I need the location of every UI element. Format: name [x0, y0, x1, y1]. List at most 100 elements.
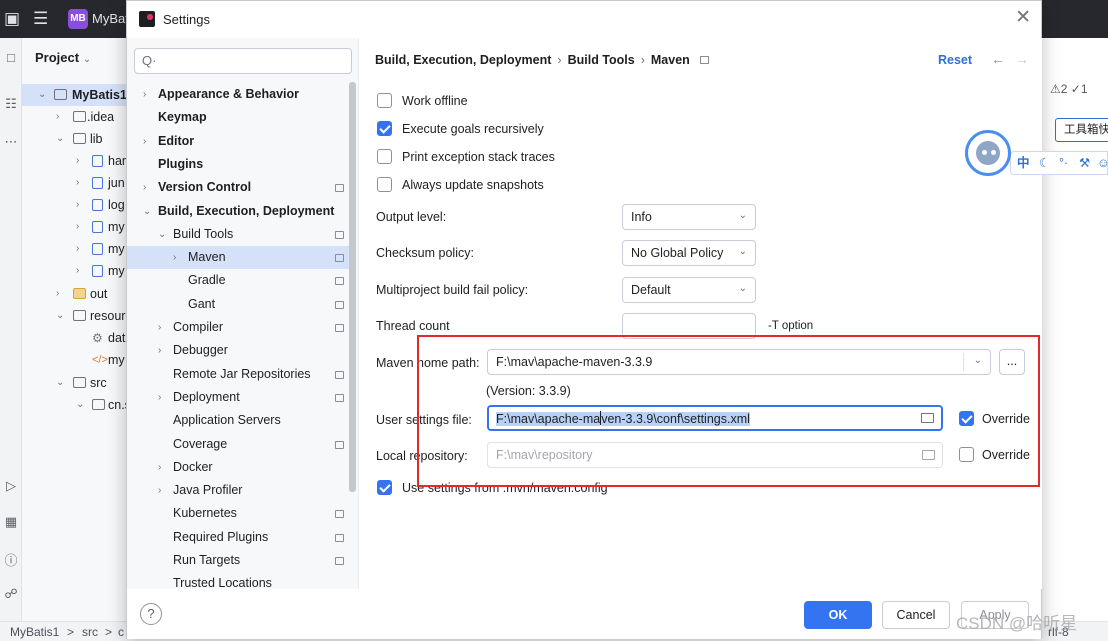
close-icon[interactable]: ✕ [1015, 8, 1031, 28]
use-mvn-config-checkbox[interactable] [377, 480, 392, 495]
structure-tool-icon[interactable]: ☷ [0, 96, 22, 112]
project-tree-item[interactable]: › my [22, 238, 126, 260]
project-tool-icon[interactable]: □ [0, 50, 22, 65]
settings-nav-item[interactable]: › Editor [127, 130, 349, 153]
ime-chinese-mode[interactable]: 中 [1017, 152, 1030, 174]
settings-nav-item[interactable]: Remote Jar Repositories [127, 363, 349, 386]
output-level-select[interactable]: Info ⌄ [622, 204, 756, 230]
settings-nav-item[interactable]: Coverage [127, 433, 349, 456]
project-tree-item[interactable]: › my [22, 216, 126, 238]
work-offline-checkbox[interactable] [377, 93, 392, 108]
local-repo-input[interactable]: F:\mav\repository [487, 442, 943, 468]
user-settings-input[interactable]: F:\mav\apache-maven-3.3.9\conf\settings.… [487, 405, 943, 431]
chevron-right-icon[interactable]: › [56, 106, 59, 128]
multiproject-policy-select[interactable]: Default ⌄ [622, 277, 756, 303]
nav-scrollbar[interactable] [349, 82, 356, 492]
chevron-right-icon[interactable]: › [76, 216, 79, 238]
thread-count-input[interactable] [622, 313, 756, 339]
ime-assistant-avatar[interactable] [965, 130, 1011, 176]
maven-home-browse-button[interactable]: ... [999, 349, 1025, 375]
project-tree-item[interactable]: </> my [22, 349, 126, 371]
git-tool-icon[interactable]: ☍ [0, 586, 22, 602]
chevron-right-icon[interactable]: › [158, 339, 161, 362]
settings-nav-item[interactable]: Plugins [127, 153, 349, 176]
local-repo-override-checkbox[interactable] [959, 447, 974, 462]
chevron-right-icon[interactable]: › [158, 456, 161, 479]
settings-nav-item[interactable]: › Maven [127, 246, 349, 270]
settings-nav-item[interactable]: ⌄ Build, Execution, Deployment [127, 200, 349, 223]
settings-nav-item[interactable]: › Version Control [127, 176, 349, 199]
folder-icon[interactable] [922, 450, 935, 460]
ime-skin-icon[interactable]: ☺ [1097, 152, 1108, 174]
settings-nav-item[interactable]: Application Servers [127, 409, 349, 432]
project-tree-item[interactable]: ⌄ MyBatis1 [22, 84, 126, 106]
settings-nav-item[interactable]: Trusted Locations [127, 572, 349, 589]
chevron-right-icon[interactable]: › [76, 150, 79, 172]
chevron-down-icon[interactable]: ⌄ [38, 84, 46, 106]
terminal-tool-icon[interactable]: ▦ [0, 514, 22, 530]
inspections-widget[interactable]: ⚠2 ✓1 [1050, 82, 1088, 96]
status-path-project[interactable]: MyBatis1 [10, 625, 59, 639]
chevron-down-icon[interactable]: ⌄ [158, 223, 166, 246]
chevron-right-icon[interactable]: › [158, 316, 161, 339]
project-tree-item[interactable]: ⌄ resour [22, 305, 126, 327]
chevron-down-icon[interactable]: ⌄ [56, 372, 64, 394]
chevron-down-icon[interactable]: ⌄ [56, 128, 64, 150]
user-settings-override-checkbox[interactable] [959, 411, 974, 426]
chevron-right-icon[interactable]: › [76, 172, 79, 194]
reset-link[interactable]: Reset [938, 53, 972, 67]
chevron-right-icon[interactable]: › [76, 238, 79, 260]
settings-nav-item[interactable]: › Docker [127, 456, 349, 479]
chevron-down-icon[interactable]: ⌄ [76, 394, 84, 416]
ok-button[interactable]: OK [804, 601, 872, 629]
settings-nav-item[interactable]: Keymap [127, 106, 349, 129]
settings-nav-item[interactable]: › Appearance & Behavior [127, 83, 349, 106]
project-tree-item[interactable]: › log [22, 194, 126, 216]
project-name[interactable]: MyBat [92, 11, 129, 26]
settings-nav-item[interactable]: Gant [127, 293, 349, 316]
ime-tools-icon[interactable]: ⚒ [1079, 152, 1090, 174]
settings-nav-item[interactable]: Run Targets [127, 549, 349, 572]
always-update-checkbox[interactable] [377, 177, 392, 192]
chevron-right-icon[interactable]: › [143, 176, 146, 199]
project-tree-item[interactable]: ⌄ src [22, 372, 126, 394]
ime-moon-icon[interactable]: ☾ [1039, 152, 1050, 174]
toolbox-button[interactable]: 工具箱快 [1055, 118, 1108, 142]
settings-nav-item[interactable]: › Debugger [127, 339, 349, 362]
project-tree-item[interactable]: › my [22, 260, 126, 282]
help-button[interactable]: ? [140, 603, 162, 625]
status-path-pkg[interactable]: c [118, 625, 124, 639]
settings-nav-item[interactable]: › Java Profiler [127, 479, 349, 502]
project-tree-item[interactable]: › jun [22, 172, 126, 194]
execute-recursively-checkbox[interactable] [377, 121, 392, 136]
print-traces-checkbox[interactable] [377, 149, 392, 164]
main-menu-icon[interactable]: ☰ [33, 9, 48, 29]
chevron-down-icon[interactable]: ⌄ [143, 200, 151, 223]
chevron-right-icon[interactable]: › [56, 283, 59, 305]
project-tree-item[interactable]: ⌄ lib [22, 128, 126, 150]
chevron-right-icon[interactable]: › [158, 386, 161, 409]
chevron-right-icon[interactable]: › [158, 479, 161, 502]
more-tools-icon[interactable]: ⋯ [0, 134, 22, 150]
chevron-right-icon[interactable]: › [76, 194, 79, 216]
folder-icon[interactable] [921, 413, 934, 423]
run-tool-icon[interactable]: ▷ [0, 478, 22, 494]
project-tree-item[interactable]: › out [22, 283, 126, 305]
chevron-right-icon[interactable]: › [173, 246, 176, 269]
settings-search-input[interactable]: Q· [134, 48, 352, 74]
checksum-policy-select[interactable]: No Global Policy ⌄ [622, 240, 756, 266]
settings-nav-item[interactable]: › Compiler [127, 316, 349, 339]
chevron-down-icon[interactable]: ⌄ [56, 305, 64, 327]
settings-nav-item[interactable]: ⌄ Build Tools [127, 223, 349, 246]
forward-arrow-icon[interactable]: → [1015, 51, 1029, 67]
back-arrow-icon[interactable]: ← [991, 51, 1005, 67]
project-tree-item[interactable]: › .idea [22, 106, 126, 128]
problems-tool-icon[interactable]: ⓘ [0, 550, 22, 569]
settings-nav-item[interactable]: Required Plugins [127, 526, 349, 549]
chevron-right-icon[interactable]: › [76, 260, 79, 282]
status-path-src[interactable]: src [82, 625, 98, 639]
ime-punct-icon[interactable]: °· [1059, 152, 1068, 174]
settings-nav-item[interactable]: Gradle [127, 269, 349, 292]
project-panel-title[interactable]: Project ⌄ [35, 50, 91, 65]
settings-nav-item[interactable]: Kubernetes [127, 502, 349, 525]
